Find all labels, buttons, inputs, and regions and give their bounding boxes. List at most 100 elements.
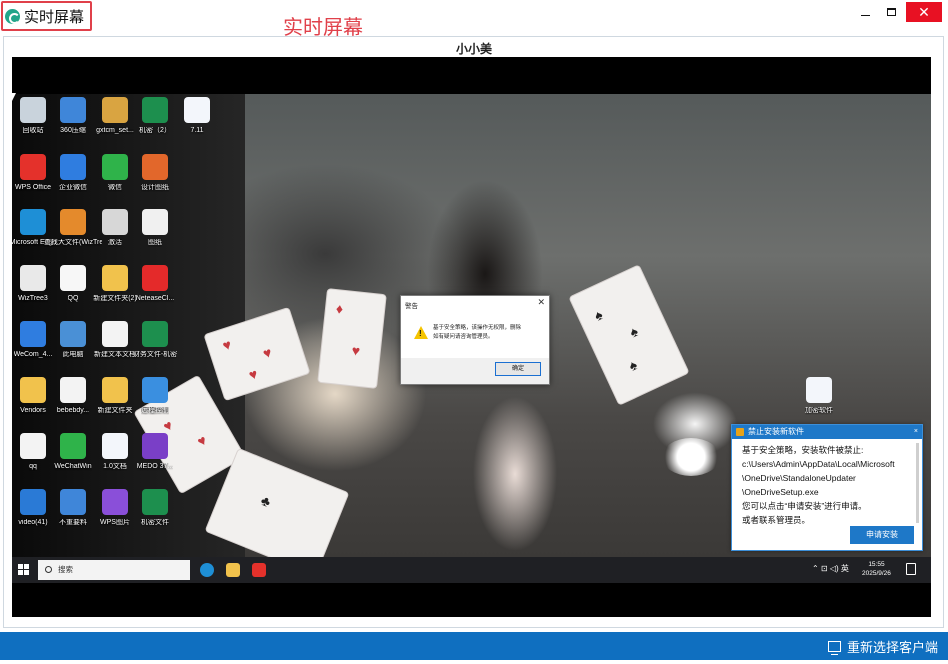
- desktop-icon-label: 激活: [108, 239, 122, 246]
- word-doc-icon: [184, 97, 210, 123]
- status-bar: 重新选择客户端: [0, 632, 948, 660]
- desktop-icon-label: 不重要料: [59, 519, 87, 526]
- notice-line: \OneDriveSetup.exe: [742, 487, 819, 497]
- windows-start-icon[interactable]: [18, 564, 29, 575]
- notice-title: 禁止安装新软件: [748, 427, 804, 436]
- warning-dialog-header: 警告 ✕: [401, 296, 549, 312]
- desktop-icon[interactable]: 7.11: [168, 97, 226, 135]
- desktop-icon-label: 设计图纸: [141, 184, 169, 191]
- desktop-icon-label: 企业微信: [59, 184, 87, 191]
- clock-date: 2025/9/26: [862, 570, 891, 577]
- desktop-icon-label: 财务文件-机密: [132, 351, 178, 358]
- desktop-icon-label: 远程控制: [141, 407, 169, 414]
- desktop-icon-label: 1.0文档: [103, 463, 127, 470]
- desktop-icon-label: 7.11: [190, 127, 204, 134]
- recycle-bin-icon: [20, 97, 46, 123]
- app-logo-icon: [5, 8, 20, 24]
- minimize-icon: [860, 14, 870, 16]
- wps-image-icon: [102, 489, 128, 515]
- desktop-icon-label: 360压缩: [60, 127, 86, 134]
- apply-install-button[interactable]: 申请安装: [850, 526, 914, 544]
- close-button[interactable]: ✕: [906, 2, 942, 22]
- desktop-icon[interactable]: 设计图纸: [126, 154, 184, 192]
- window-titlebar: 实时屏幕 实时屏幕 ✕: [0, 0, 948, 39]
- tray-icons: ⌃ ⊡ ◁) 英: [812, 564, 849, 573]
- settings-icon: [102, 209, 128, 235]
- desktop-icon-label: 机密（2）: [139, 127, 171, 134]
- remote-taskbar: 搜索 ⌃ ⊡ ◁) 英 15:55 2025/9/26: [12, 557, 931, 583]
- desktop-icon[interactable]: 图纸: [126, 209, 184, 247]
- spreadsheet-icon: [142, 489, 168, 515]
- desktop-icon-label: NeteaseCl...: [135, 295, 175, 302]
- desktop-icon-label: 机密文件: [141, 519, 169, 526]
- warning-message-line2: 如有疑问请咨询管理员。: [433, 334, 494, 340]
- warning-dialog[interactable]: 警告 ✕ 基于安全策略，该操作无权限，删除 如有疑问请咨询管理员。 确定: [400, 295, 550, 385]
- file-icon: [20, 265, 46, 291]
- notice-line: \OneDrive\StandaloneUpdater: [742, 473, 856, 483]
- wecom-icon: [60, 154, 86, 180]
- window-title-area: 实时屏幕: [1, 1, 92, 31]
- desktop-icon-label: 图纸: [148, 239, 162, 246]
- close-icon: ✕: [918, 3, 930, 20]
- warning-dialog-body: 基于安全策略，该操作无权限，删除 如有疑问请咨询管理员。: [401, 312, 549, 358]
- reselect-client-button[interactable]: 重新选择客户端: [827, 637, 938, 656]
- installer-icon: [102, 97, 128, 123]
- warning-message-line1: 基于安全策略，该操作无权限，删除: [433, 325, 522, 331]
- notice-scrollbar[interactable]: [916, 443, 919, 523]
- window-title: 实时屏幕: [24, 8, 85, 26]
- warning-icon: [414, 326, 428, 339]
- close-icon[interactable]: ✕: [537, 297, 545, 308]
- desktop-icon[interactable]: 财务文件-机密: [126, 321, 184, 359]
- reselect-client-label: 重新选择客户端: [846, 640, 938, 655]
- search-icon: [45, 566, 52, 573]
- warning-dialog-title: 警告: [405, 303, 418, 310]
- presentation-icon: [142, 154, 168, 180]
- wallpaper-lamp: [662, 438, 720, 476]
- notification-center-icon[interactable]: [906, 563, 916, 575]
- taskbar-clock[interactable]: 15:55 2025/9/26: [862, 560, 891, 578]
- netease-music-icon: [142, 265, 168, 291]
- desktop-icon[interactable]: NeteaseCl...: [126, 265, 184, 303]
- client-name: 小小美: [455, 42, 492, 56]
- video-file-icon: [20, 489, 46, 515]
- folder-icon: [102, 265, 128, 291]
- notice-line: 基于安全策略，安装软件被禁止:: [742, 445, 864, 455]
- file-explorer-taskbar-icon[interactable]: [226, 563, 240, 577]
- system-tray[interactable]: ⌃ ⊡ ◁) 英: [812, 563, 849, 574]
- clock-time: 15:55: [868, 561, 885, 568]
- desktop-icon-label: Vendors: [20, 407, 46, 414]
- install-blocked-notice[interactable]: 禁止安装新软件 × 基于安全策略，安装软件被禁止: c:\Users\Admin…: [731, 424, 923, 551]
- maximize-button[interactable]: [876, 0, 906, 24]
- image-file-icon: [142, 209, 168, 235]
- desktop-icon-label: MEDO 37...: [136, 463, 174, 470]
- medo-icon: [142, 433, 168, 459]
- text-file-icon: [102, 321, 128, 347]
- spreadsheet-icon: [142, 321, 168, 347]
- qq-file-icon: [20, 433, 46, 459]
- wechat-icon: [102, 154, 128, 180]
- notice-line: c:\Users\Admin\AppData\Local\Microsoft: [742, 459, 895, 469]
- edge-taskbar-icon[interactable]: [200, 563, 214, 577]
- desktop-icon[interactable]: 机密文件: [126, 489, 184, 527]
- desktop-icon[interactable]: MEDO 37...: [126, 433, 184, 471]
- ok-button[interactable]: 确定: [495, 362, 541, 376]
- desktop-icon-label: 回收站: [22, 127, 44, 134]
- desktop-icon-label: bebebdy...: [56, 407, 90, 414]
- taskbar-search-placeholder: 搜索: [58, 565, 73, 574]
- remote-screen[interactable]: ♥ ♥ ♥ ♦ ♥ ♠ ♠ ♠ ♥ ♥ ♣ 回收站 360压缩 gxtcm_set... 机密（2…: [12, 57, 931, 617]
- desktop-icon-label: QQ: [67, 295, 79, 302]
- desktop-icon-label: 微信: [108, 184, 122, 191]
- desktop-icon-label: 加密软件: [805, 407, 833, 414]
- desktop-icon[interactable]: 远程控制: [126, 377, 184, 415]
- folder-icon: [20, 377, 46, 403]
- desktop-icon-label: 此电脑: [62, 351, 84, 358]
- edge-icon: [20, 209, 46, 235]
- wps-icon: [20, 154, 46, 180]
- notice-header: 禁止安装新软件 ×: [732, 425, 922, 439]
- desktop-icon-label: qq: [29, 463, 37, 470]
- close-icon[interactable]: ×: [914, 425, 918, 439]
- taskbar-search-box[interactable]: 搜索: [38, 560, 190, 580]
- computer-icon: [60, 321, 86, 347]
- wps-taskbar-icon[interactable]: [252, 563, 266, 577]
- desktop-icon[interactable]: 加密软件: [790, 377, 848, 415]
